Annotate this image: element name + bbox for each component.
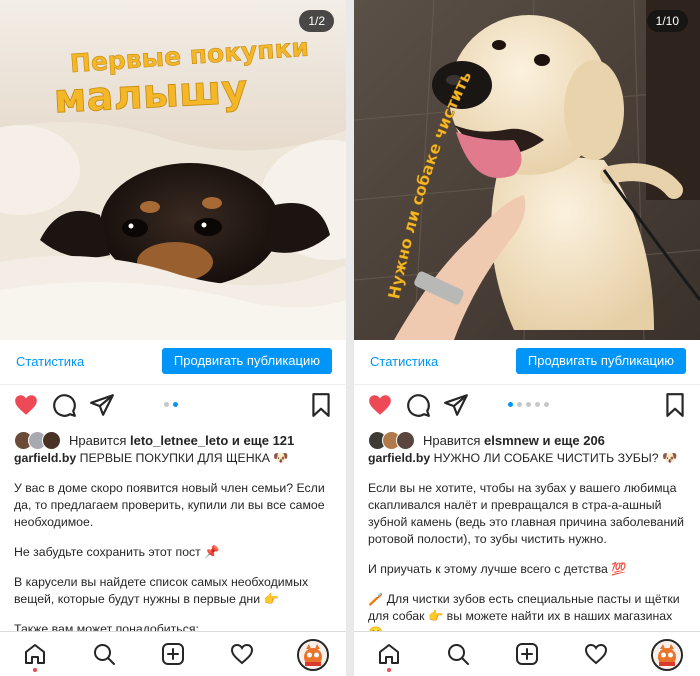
search-icon[interactable]	[446, 642, 470, 666]
caption-title: НУЖНО ЛИ СОБАКЕ ЧИСТИТЬ ЗУБЫ? 🐶	[433, 451, 678, 465]
avatar	[42, 430, 61, 450]
post-photo-dog[interactable]: Нужно ли собаке чистить зубы? 1/10	[354, 0, 700, 340]
statistics-link[interactable]: Статистика	[370, 354, 438, 369]
liker-avatars	[14, 430, 61, 450]
carousel-dot	[544, 402, 549, 407]
carousel-indicator	[508, 402, 549, 408]
carousel-dot-active	[508, 402, 513, 407]
bookmark-icon[interactable]	[308, 392, 334, 418]
insights-bar: Статистика Продвигать публикацию	[0, 340, 346, 385]
carousel-counter: 1/2	[299, 10, 334, 32]
carousel-dot	[535, 402, 540, 407]
carousel-dot	[526, 402, 531, 407]
heart-icon[interactable]	[13, 392, 39, 418]
home-active-dot	[33, 668, 37, 672]
likes-and: и еще	[542, 432, 580, 448]
caption-username[interactable]: garfield.by	[368, 451, 430, 465]
bottom-nav	[354, 631, 700, 676]
carousel-dot-active	[173, 402, 178, 407]
comment-icon[interactable]	[51, 392, 77, 418]
add-icon[interactable]	[161, 642, 185, 666]
promote-button[interactable]: Продвигать публикацию	[161, 348, 332, 374]
likes-row[interactable]: Нравится leto_letnee_leto и еще 121	[14, 430, 294, 450]
likes-prefix: Нравится	[423, 432, 481, 448]
likes-count[interactable]: 121	[273, 433, 295, 448]
likes-user[interactable]: elsmnew	[484, 433, 539, 448]
profile-avatar[interactable]	[297, 639, 329, 671]
activity-icon[interactable]	[584, 642, 608, 666]
comment-icon[interactable]	[405, 392, 431, 418]
home-icon[interactable]	[23, 642, 47, 666]
add-icon[interactable]	[515, 642, 539, 666]
puppy-image: Первые покупки малышу	[0, 0, 346, 340]
likes-row[interactable]: Нравится elsmnew и еще 206	[368, 430, 605, 450]
search-icon[interactable]	[92, 642, 116, 666]
golden-retriever-image: Нужно ли собаке чистить зубы?	[354, 0, 700, 340]
bookmark-icon[interactable]	[662, 392, 688, 418]
post-panel-right: Нужно ли собаке чистить зубы? 1/10 Стати…	[354, 0, 700, 676]
share-icon[interactable]	[443, 392, 469, 418]
heart-icon[interactable]	[367, 392, 393, 418]
caption-paragraph: У вас в доме скоро появится новый член с…	[14, 481, 325, 529]
post-caption: garfield.by НУЖНО ЛИ СОБАКЕ ЧИСТИТЬ ЗУБЫ…	[368, 450, 690, 655]
post-panel-left: Первые покупки малышу 1/2 Статистика Про…	[0, 0, 346, 676]
carousel-dot	[517, 402, 522, 407]
likes-user[interactable]: leto_letnee_leto	[130, 433, 228, 448]
caption-paragraph: Если вы не хотите, чтобы на зубах у ваше…	[368, 481, 684, 546]
caption-paragraph: В карусели вы найдете список самых необх…	[14, 575, 309, 606]
likes-count[interactable]: 206	[583, 433, 605, 448]
garfield-avatar-icon	[299, 641, 327, 669]
garfield-avatar-icon	[653, 641, 681, 669]
likes-and: и еще	[231, 432, 269, 448]
caption-username[interactable]: garfield.by	[14, 451, 76, 465]
likes-prefix: Нравится	[69, 432, 127, 448]
profile-avatar[interactable]	[651, 639, 683, 671]
activity-icon[interactable]	[230, 642, 254, 666]
carousel-dot	[164, 402, 169, 407]
caption-title: ПЕРВЫЕ ПОКУПКИ ДЛЯ ЩЕНКА 🐶	[79, 451, 289, 465]
statistics-link[interactable]: Статистика	[16, 354, 84, 369]
promote-button[interactable]: Продвигать публикацию	[515, 348, 686, 374]
post-photo-puppy[interactable]: Первые покупки малышу 1/2	[0, 0, 346, 340]
caption-paragraph: И приучать к этому лучше всего с детства…	[368, 562, 627, 576]
bottom-nav	[0, 631, 346, 676]
home-icon[interactable]	[377, 642, 401, 666]
post-actions	[0, 386, 346, 426]
carousel-indicator	[164, 402, 178, 408]
liker-avatars	[368, 430, 415, 450]
post-caption: garfield.by ПЕРВЫЕ ПОКУПКИ ДЛЯ ЩЕНКА 🐶 У…	[14, 450, 336, 651]
carousel-counter: 1/10	[646, 10, 688, 32]
insights-bar: Статистика Продвигать публикацию	[354, 340, 700, 385]
post-actions	[354, 386, 700, 426]
caption-paragraph: Не забудьте сохранить этот пост 📌	[14, 545, 220, 559]
avatar	[396, 430, 415, 450]
home-active-dot	[387, 668, 391, 672]
share-icon[interactable]	[89, 392, 115, 418]
